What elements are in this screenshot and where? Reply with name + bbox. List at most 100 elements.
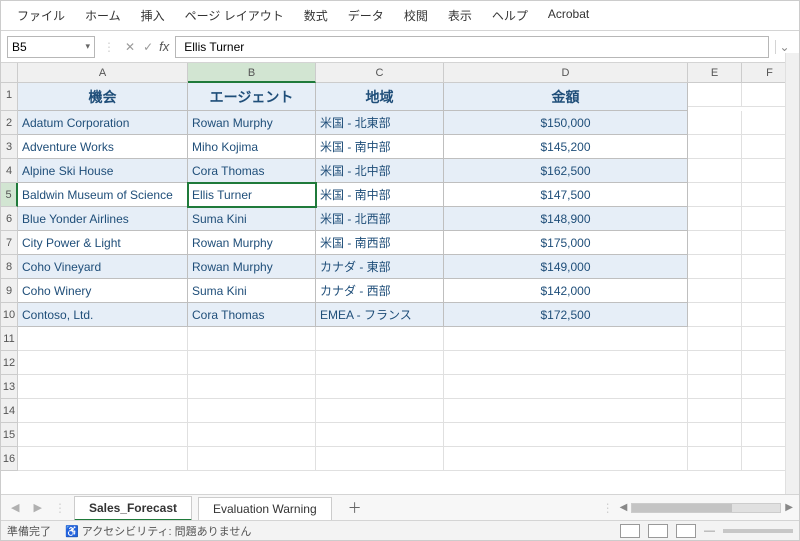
cell[interactable]: [188, 375, 316, 399]
tab-nav-next-icon[interactable]: ▶: [29, 501, 45, 514]
add-sheet-icon[interactable]: ＋: [338, 498, 372, 518]
cell[interactable]: [688, 399, 742, 423]
menu-item[interactable]: ファイル: [7, 5, 75, 26]
sheet-tab[interactable]: Evaluation Warning: [198, 497, 332, 520]
cell[interactable]: $147,500: [444, 183, 688, 207]
cell[interactable]: 機会: [18, 83, 188, 111]
cell[interactable]: [316, 423, 444, 447]
column-header[interactable]: C: [316, 63, 444, 83]
row-header[interactable]: 13: [1, 375, 18, 399]
cell[interactable]: [316, 399, 444, 423]
cell[interactable]: [316, 375, 444, 399]
row-header[interactable]: 9: [1, 279, 18, 303]
cell[interactable]: 金額: [444, 83, 688, 111]
cell[interactable]: Blue Yonder Airlines: [18, 207, 188, 231]
cell[interactable]: [444, 447, 688, 471]
check-icon[interactable]: ✓: [141, 40, 155, 54]
menu-item[interactable]: 校閲: [394, 5, 438, 26]
cell[interactable]: [688, 423, 742, 447]
cell[interactable]: [188, 327, 316, 351]
cell[interactable]: 米国 - 北西部: [316, 207, 444, 231]
cell[interactable]: [688, 231, 742, 255]
zoom-out-icon[interactable]: —: [704, 525, 715, 537]
cell[interactable]: [444, 351, 688, 375]
cell[interactable]: [188, 351, 316, 375]
cell[interactable]: Cora Thomas: [188, 303, 316, 327]
cell[interactable]: [316, 327, 444, 351]
cell[interactable]: $150,000: [444, 111, 688, 135]
cell[interactable]: [316, 447, 444, 471]
chevron-down-icon[interactable]: ▾: [85, 41, 90, 52]
cell[interactable]: [688, 135, 742, 159]
cell[interactable]: Rowan Murphy: [188, 255, 316, 279]
cell[interactable]: [18, 423, 188, 447]
cell[interactable]: [688, 83, 742, 107]
row-header[interactable]: 14: [1, 399, 18, 423]
menu-item[interactable]: 表示: [438, 5, 482, 26]
horizontal-scrollbar[interactable]: ⋮ ◀ ▶: [600, 501, 793, 515]
cell[interactable]: [444, 375, 688, 399]
row-header[interactable]: 3: [1, 135, 18, 159]
column-header[interactable]: A: [18, 63, 188, 83]
cell[interactable]: Baldwin Museum of Science: [18, 183, 188, 207]
column-header[interactable]: D: [444, 63, 688, 83]
cell[interactable]: Rowan Murphy: [188, 231, 316, 255]
cell[interactable]: [444, 399, 688, 423]
cell[interactable]: [444, 423, 688, 447]
row-header[interactable]: 16: [1, 447, 18, 471]
cell[interactable]: Ellis Turner: [188, 183, 316, 207]
cell[interactable]: Adatum Corporation: [18, 111, 188, 135]
cell[interactable]: [688, 447, 742, 471]
cell[interactable]: [18, 399, 188, 423]
cell[interactable]: City Power & Light: [18, 231, 188, 255]
row-header[interactable]: 4: [1, 159, 18, 183]
cancel-icon[interactable]: ✕: [123, 40, 137, 54]
cell[interactable]: 米国 - 南中部: [316, 135, 444, 159]
cell[interactable]: [18, 447, 188, 471]
view-pagebreak-icon[interactable]: [676, 524, 696, 538]
menu-item[interactable]: データ: [338, 5, 394, 26]
row-header[interactable]: 11: [1, 327, 18, 351]
cell[interactable]: [688, 279, 742, 303]
cell[interactable]: 米国 - 北東部: [316, 111, 444, 135]
cell[interactable]: [316, 351, 444, 375]
cell[interactable]: Miho Kojima: [188, 135, 316, 159]
view-normal-icon[interactable]: [620, 524, 640, 538]
menu-item[interactable]: ページ レイアウト: [175, 5, 294, 26]
cell[interactable]: $145,200: [444, 135, 688, 159]
cell[interactable]: [688, 327, 742, 351]
cell[interactable]: $175,000: [444, 231, 688, 255]
cell[interactable]: 米国 - 北中部: [316, 159, 444, 183]
formula-expand-icon[interactable]: ⌄: [775, 40, 793, 54]
row-header[interactable]: 10: [1, 303, 18, 327]
cell[interactable]: Alpine Ski House: [18, 159, 188, 183]
row-header[interactable]: 5: [1, 183, 18, 207]
menu-item[interactable]: 数式: [294, 5, 338, 26]
view-layout-icon[interactable]: [648, 524, 668, 538]
cell[interactable]: $149,000: [444, 255, 688, 279]
menu-item[interactable]: 挿入: [131, 5, 175, 26]
column-header[interactable]: E: [688, 63, 742, 83]
menu-item[interactable]: ホーム: [75, 5, 131, 26]
cell[interactable]: エージェント: [188, 83, 316, 111]
cell[interactable]: カナダ - 東部: [316, 255, 444, 279]
formula-bar[interactable]: Ellis Turner: [175, 36, 769, 58]
cell[interactable]: EMEA - フランス: [316, 303, 444, 327]
cell[interactable]: [188, 423, 316, 447]
scroll-right-icon[interactable]: ▶: [785, 502, 793, 513]
sheet-tab-active[interactable]: Sales_Forecast: [74, 496, 192, 521]
menu-item[interactable]: Acrobat: [538, 5, 599, 26]
row-header[interactable]: 6: [1, 207, 18, 231]
cell[interactable]: Contoso, Ltd.: [18, 303, 188, 327]
row-header[interactable]: 7: [1, 231, 18, 255]
row-header[interactable]: 15: [1, 423, 18, 447]
cell[interactable]: [688, 303, 742, 327]
cell[interactable]: [688, 159, 742, 183]
fx-icon[interactable]: fx: [159, 39, 169, 54]
row-header[interactable]: 2: [1, 111, 18, 135]
cell[interactable]: [18, 327, 188, 351]
accessibility-status[interactable]: ♿ アクセシビリティ: 問題ありません: [65, 523, 251, 539]
cell[interactable]: [688, 183, 742, 207]
cell[interactable]: [688, 207, 742, 231]
cell[interactable]: [688, 375, 742, 399]
